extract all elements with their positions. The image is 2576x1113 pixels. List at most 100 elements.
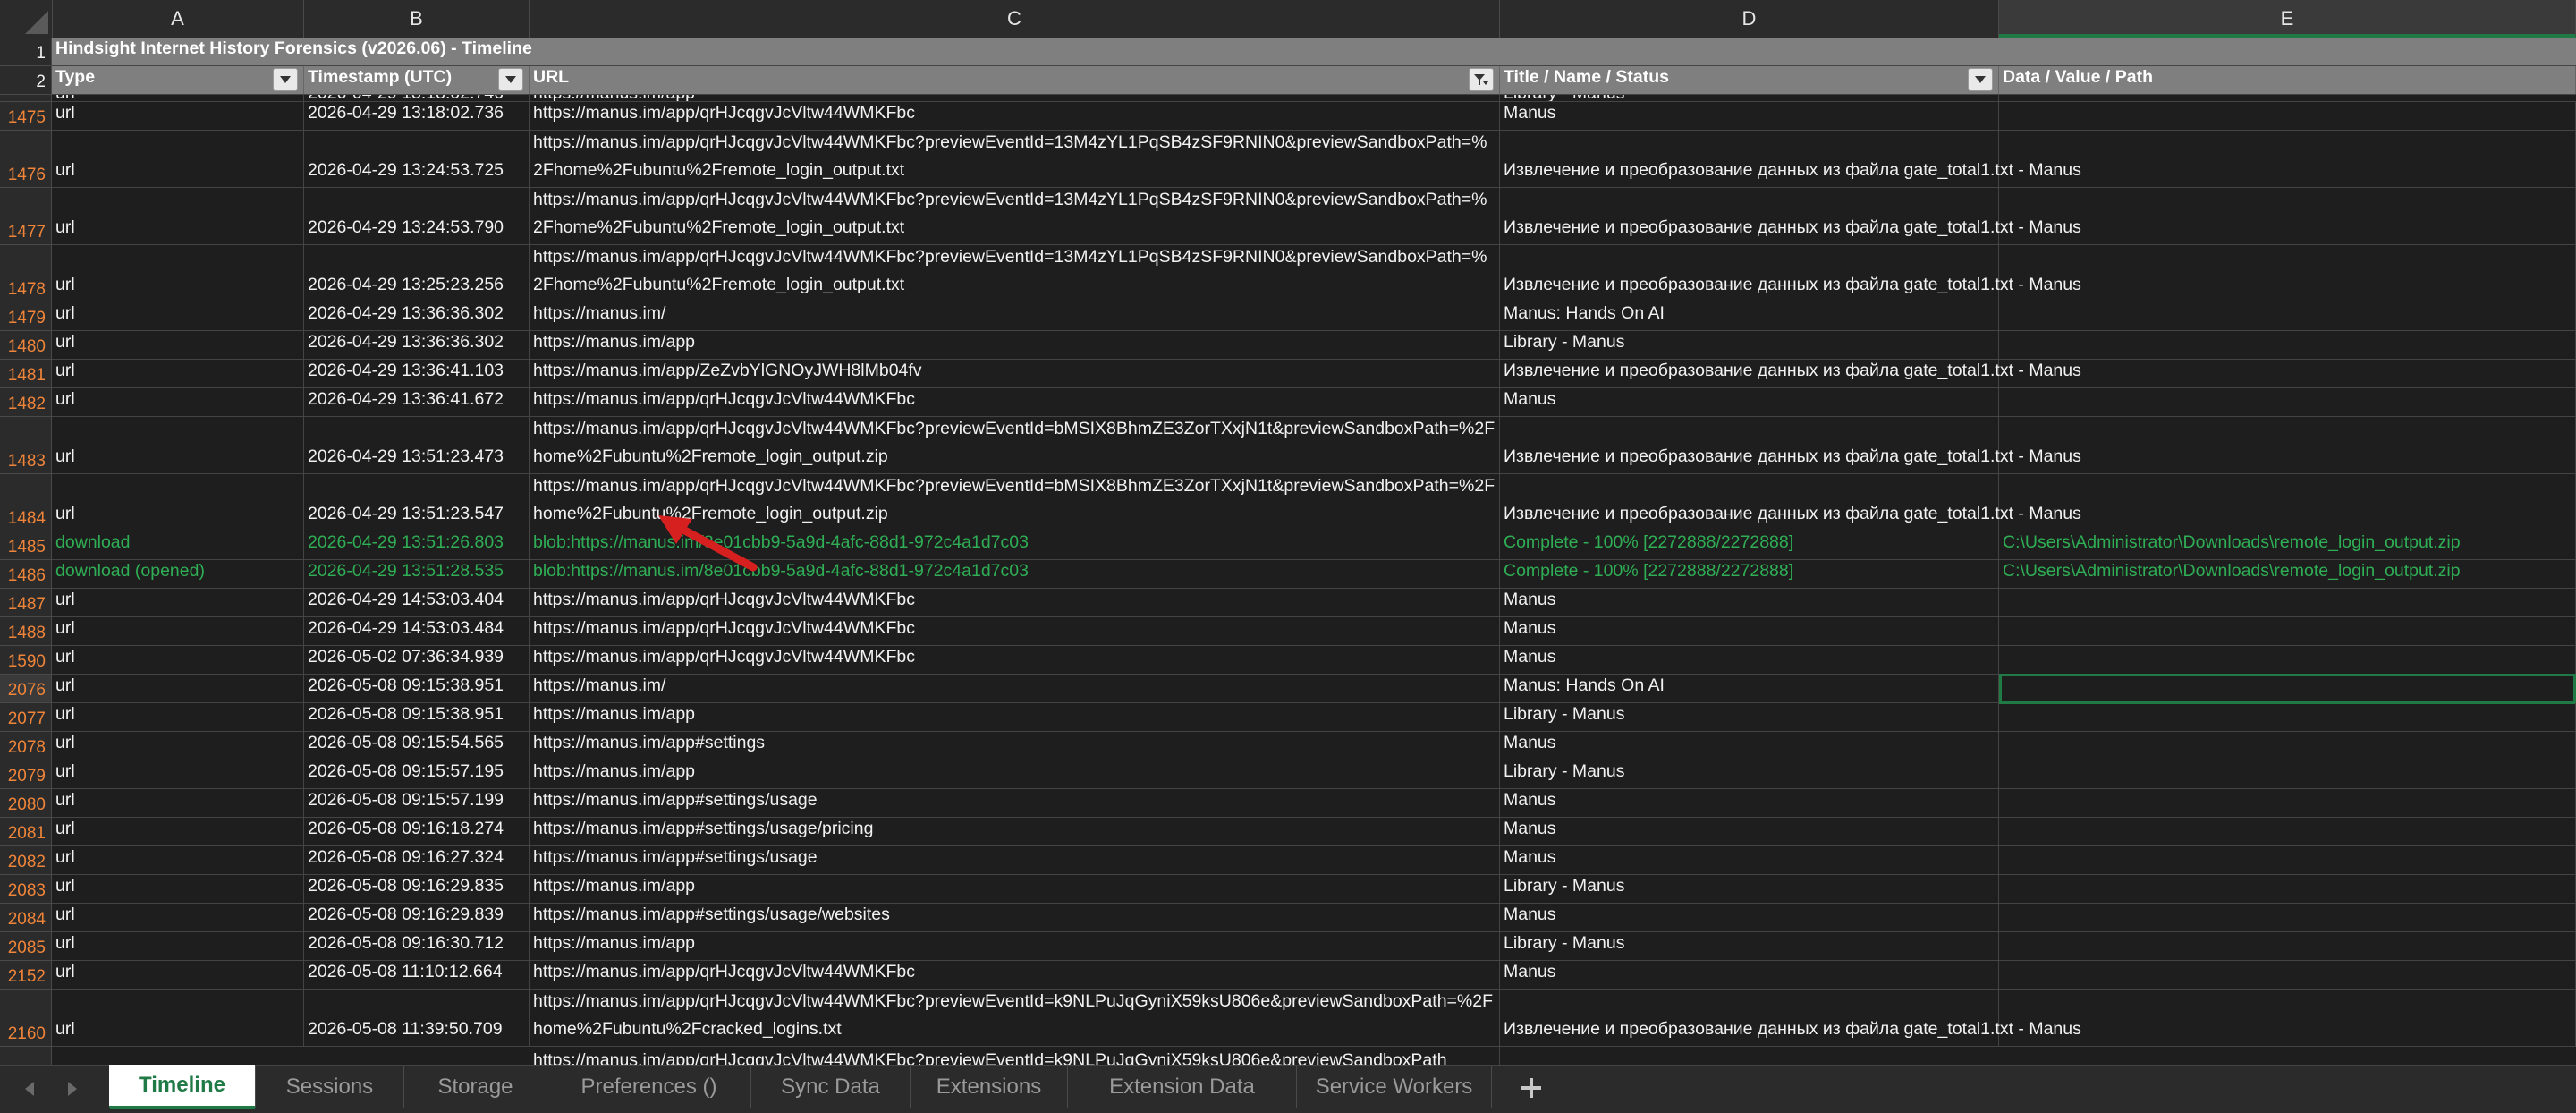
cell-a[interactable]: url (52, 760, 304, 788)
cell-a[interactable]: url (52, 875, 304, 903)
row-number[interactable]: 1480 (0, 331, 52, 360)
cell-d[interactable]: Manus (1500, 617, 1999, 645)
cell-d[interactable]: Извлечение и преобразование данных из фа… (1500, 245, 2081, 302)
cell-c[interactable]: https://manus.im/app#settings (530, 732, 1500, 760)
cell-b[interactable]: 2026-05-08 09:16:29.839 (304, 904, 530, 931)
cell-e[interactable]: C:\Users\Administrator\Downloads\remote_… (1999, 560, 2576, 588)
row-number[interactable]: 1487 (0, 589, 52, 617)
cell-c[interactable]: https://manus.im/app/ZeZvbYlGNOyJWH8lMb0… (530, 360, 1500, 387)
cell-d[interactable]: Извлечение и преобразование данных из фа… (1500, 131, 2081, 187)
tab-service-workers[interactable]: Service Workers (1297, 1066, 1492, 1108)
table-row[interactable]: url 2026-05-08 09:15:57.199 https://manus.… (52, 789, 2576, 818)
cell-a[interactable]: download (52, 531, 304, 559)
cell-b[interactable]: 2026-05-08 09:16:18.274 (304, 818, 530, 845)
cell-a[interactable]: download (opened) (52, 560, 304, 588)
cell-e[interactable]: C:\Users\Administrator\Downloads\remote_… (1999, 531, 2576, 559)
cell-c[interactable]: https://manus.im/app (530, 760, 1500, 788)
row-number[interactable]: 2079 (0, 760, 52, 789)
cell-b[interactable]: 2026-04-29 13:36:36.302 (304, 302, 530, 330)
cell-c[interactable]: https://manus.im/app#settings/usage (530, 846, 1500, 874)
cell-d[interactable]: Manus (1500, 732, 1999, 760)
cell-c[interactable]: https://manus.im/app/qrHJcqgvJcVltw44WMK… (530, 388, 1500, 416)
cell-c[interactable]: https://manus.im/app/qrHJcqgvJcVltw44WMK… (530, 188, 1500, 244)
row-number[interactable]: 2081 (0, 818, 52, 846)
row-number[interactable]: 1590 (0, 646, 52, 675)
table-row[interactable]: url 2026-04-29 13:51:23.547 https://manus.… (52, 474, 2576, 531)
cell-c[interactable]: https://manus.im/app/qrHJcqgvJcVltw44WMK… (530, 961, 1500, 989)
cell-a[interactable]: url (52, 990, 304, 1046)
cell-e[interactable] (1999, 589, 2576, 616)
column-header-c[interactable]: C (530, 0, 1500, 38)
cell-d[interactable]: Library - Manus (1500, 875, 1999, 903)
row-number[interactable]: 1483 (0, 417, 52, 474)
cell-a[interactable]: url (52, 732, 304, 760)
table-row[interactable]: url 2026-04-29 13:36:41.672 https://manus.… (52, 388, 2576, 417)
row-number[interactable]: 1488 (0, 617, 52, 646)
row-number[interactable]: 2078 (0, 732, 52, 760)
cell-d[interactable]: Complete - 100% [2272888/2272888] (1500, 531, 1999, 559)
cell-b[interactable]: 2026-04-29 13:51:26.803 (304, 531, 530, 559)
cell-a[interactable]: url (52, 188, 304, 244)
cell-a[interactable]: url (52, 646, 304, 674)
cell-a[interactable]: url (52, 961, 304, 989)
tab-extensions[interactable]: Extensions (911, 1066, 1068, 1108)
cell-c[interactable]: https://manus.im/app/qrHJcqgvJcVltw44WMK… (530, 646, 1500, 674)
cell-b[interactable]: 2026-04-29 14:53:03.404 (304, 589, 530, 616)
cell-e[interactable] (1999, 932, 2576, 960)
tab-preferences[interactable]: Preferences () (547, 1066, 751, 1108)
row-number[interactable]: 1482 (0, 388, 52, 417)
table-row[interactable]: download (opened) 2026-04-29 13:51:28.535… (52, 560, 2576, 589)
cell-b[interactable]: 2026-05-08 09:16:27.324 (304, 846, 530, 874)
tab-extension-data[interactable]: Extension Data (1068, 1066, 1297, 1108)
cell-c[interactable]: https://manus.im/app#settings/usage (530, 789, 1500, 817)
table-row[interactable]: download 2026-04-29 13:51:26.803 blob:http… (52, 531, 2576, 560)
cell-e[interactable] (1999, 388, 2576, 416)
cell-e[interactable] (1999, 760, 2576, 788)
tab-sessions[interactable]: Sessions (256, 1066, 404, 1108)
cell-b[interactable]: 2026-05-08 09:15:38.951 (304, 703, 530, 731)
row-number[interactable]: 2160 (0, 990, 52, 1047)
cell-a[interactable]: url (52, 617, 304, 645)
cell-c[interactable]: https://manus.im/ (530, 675, 1500, 702)
table-row[interactable]: url 2026-05-08 11:10:12.664 https://manus.… (52, 961, 2576, 990)
table-row[interactable]: url 2026-04-29 13:25:23.256 https://manus.… (52, 245, 2576, 302)
tab-storage[interactable]: Storage (404, 1066, 547, 1108)
cell-d[interactable]: Manus (1500, 961, 1999, 989)
cell-d[interactable]: Извлечение и преобразование данных из фа… (1500, 360, 2081, 387)
cell-a[interactable]: url (52, 789, 304, 817)
cell-a[interactable]: url (52, 818, 304, 845)
cell-d[interactable]: Complete - 100% [2272888/2272888] (1500, 560, 1999, 588)
cell-a[interactable]: url (52, 904, 304, 931)
table-row[interactable]: url 2026-05-08 09:15:54.565 https://manus.… (52, 732, 2576, 760)
table-row[interactable]: url 2026-04-29 14:53:03.484 https://manus.… (52, 617, 2576, 646)
cell-b[interactable]: 2026-05-08 09:15:38.951 (304, 675, 530, 702)
cell-d[interactable]: Manus (1500, 846, 1999, 874)
plus-icon[interactable] (1504, 1070, 1558, 1106)
cell-a[interactable]: url (52, 331, 304, 359)
row-number[interactable]: 1475 (0, 102, 52, 131)
cell-b[interactable]: 2026-05-08 11:10:12.664 (304, 961, 530, 989)
cell-c[interactable]: https://manus.im/app/qrHJcqgvJcVltw44WMK… (530, 589, 1500, 616)
cell-b[interactable]: 2026-05-08 09:15:57.195 (304, 760, 530, 788)
cell-d[interactable]: Manus: Hands On AI (1500, 675, 1999, 702)
table-row[interactable]: url 2026-04-29 13:51:23.473 https://manus.… (52, 417, 2576, 474)
tab-sync-data[interactable]: Sync Data (751, 1066, 911, 1108)
cell-e[interactable] (1999, 846, 2576, 874)
cell-b[interactable]: 2026-04-29 13:24:53.790 (304, 188, 530, 244)
cell-c[interactable]: https://manus.im/app/qrHJcqgvJcVltw44WMK… (530, 102, 1500, 130)
cell-d[interactable]: Manus (1500, 904, 1999, 931)
cell-d[interactable]: Manus (1500, 646, 1999, 674)
cell-d[interactable]: Library - Manus (1500, 932, 1999, 960)
cell-c[interactable]: https://manus.im/app#settings/usage/pric… (530, 818, 1500, 845)
table-row[interactable]: url 2026-05-08 09:16:29.839 https://manus.… (52, 904, 2576, 932)
table-row[interactable]: url 2026-04-29 13:24:53.725 https://manus.… (52, 131, 2576, 188)
row-number[interactable]: 1484 (0, 474, 52, 531)
table-row[interactable]: url 2026-05-02 07:36:34.939 https://manus.… (52, 646, 2576, 675)
cell-b[interactable]: 2026-04-29 13:51:23.547 (304, 474, 530, 531)
cell-d[interactable]: Library - Manus (1500, 760, 1999, 788)
filter-dropdown-icon[interactable] (1968, 68, 1993, 91)
cell-c[interactable]: https://manus.im/app (530, 875, 1500, 903)
row-number[interactable]: 2082 (0, 846, 52, 875)
row-number[interactable]: 2152 (0, 961, 52, 990)
cell-d[interactable]: Manus (1500, 818, 1999, 845)
